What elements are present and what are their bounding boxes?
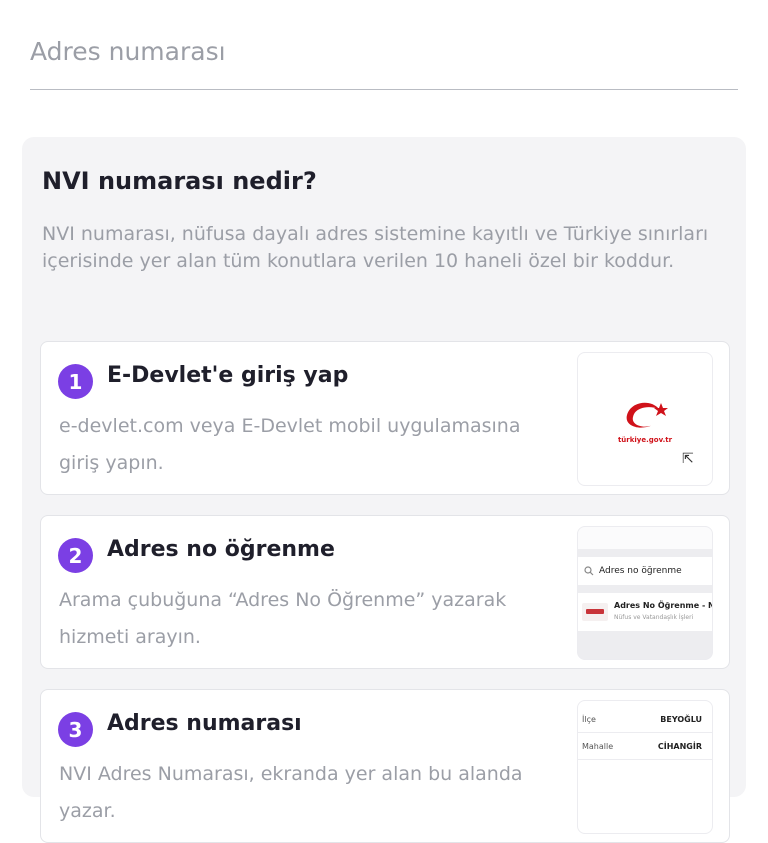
step-number-badge: 3 [58,712,93,747]
step-card-3: 3 Adres numarası NVI Adres Numarası, ekr… [40,689,730,843]
thumb-row-value: BEYOĞLU [660,715,702,724]
search-icon [584,566,594,576]
step-number-badge: 1 [58,364,93,399]
info-description: NVI numarası, nüfusa dayalı adres sistem… [42,223,709,272]
address-number-input[interactable] [30,24,738,66]
turkiye-gov-logo-icon [626,402,668,428]
step-title: E-Devlet'e giriş yap [107,363,349,388]
thumb-row-value: CİHANGİR [657,742,702,751]
step-description: Arama çubuğuna “Adres No Öğrenme” yazara… [59,589,507,648]
step-title: Adres numarası [107,711,302,736]
mouse-cursor-icon: ⇱ [682,451,694,467]
step-thumbnail-address-table: İlçe BEYOĞLU Mahalle CİHANGİR [577,700,713,834]
info-title: NVI numarası nedir? [42,167,317,195]
thumb-row-key: Mahalle [582,742,614,751]
step-description: NVI Adres Numarası, ekranda yer alan bu … [59,763,523,822]
thumb-result-subtitle: Nüfus ve Vatandaşlık İşleri [614,614,694,621]
thumb-search-text: Adres no öğrenme [599,566,682,576]
thumb-row-key: İlçe [582,715,596,724]
turkiye-gov-logo-text: türkiye.gov.tr [617,436,673,444]
thumb-table-row: Mahalle CİHANGİR [578,734,712,760]
step-card-1: 1 E-Devlet'e giriş yap e-devlet.com veya… [40,341,730,495]
thumb-search-bar: Adres no öğrenme [578,557,712,585]
nvi-logo-icon [582,603,608,621]
thumb-result-title: Adres No Öğrenme - NVİ [614,601,713,610]
step-thumbnail-edevlet: türkiye.gov.tr ⇱ [577,352,713,486]
thumb-search-result: Adres No Öğrenme - NVİ Nüfus ve Vatandaş… [578,593,712,631]
step-card-2: 2 Adres no öğrenme Arama çubuğuna “Adres… [40,515,730,669]
nvi-info-card: NVI numarası nedir? NVI numarası, nüfusa… [22,137,746,843]
step-description: e-devlet.com veya E-Devlet mobil uygulam… [59,415,521,474]
thumb-table-row: İlçe BEYOĞLU [578,707,712,733]
thumb-topbar [578,527,712,549]
address-number-field[interactable] [30,24,738,90]
step-number-badge: 2 [58,538,93,573]
step-thumbnail-search: Adres no öğrenme Adres No Öğrenme - NVİ … [577,526,713,660]
step-title: Adres no öğrenme [107,537,335,562]
